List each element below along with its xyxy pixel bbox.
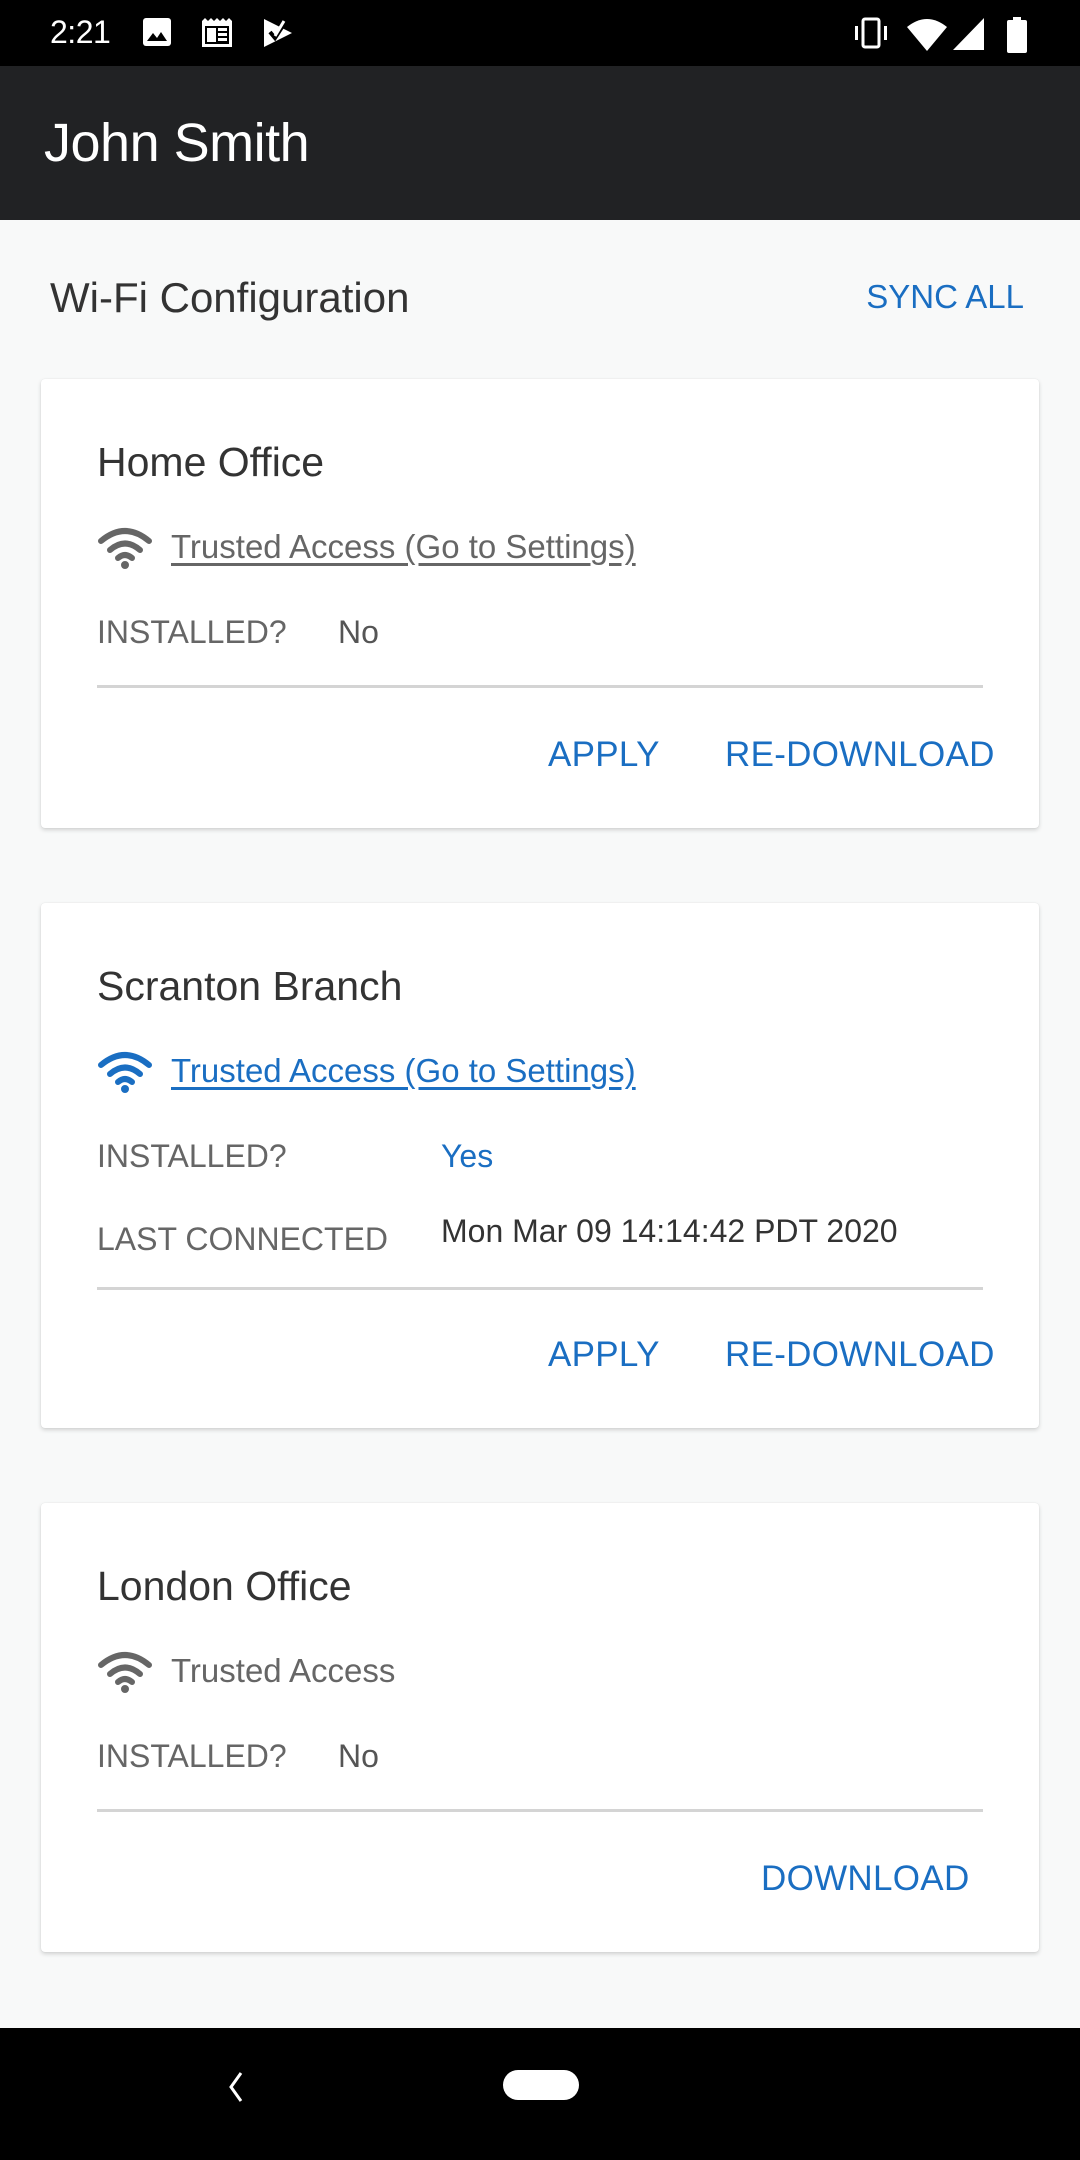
access-row[interactable]: Trusted Access (Go to Settings) bbox=[97, 525, 636, 569]
trusted-access-settings-link[interactable]: Trusted Access (Go to Settings) bbox=[171, 528, 636, 566]
section-header: Wi-Fi Configuration SYNC ALL bbox=[0, 220, 1080, 370]
last-connected-label: LAST CONNECTED bbox=[97, 1221, 389, 1257]
installed-value: Yes bbox=[441, 1138, 494, 1174]
re-download-button[interactable]: RE-DOWNLOAD bbox=[725, 735, 995, 775]
navigation-bar bbox=[0, 2028, 1080, 2160]
back-icon[interactable] bbox=[226, 2070, 246, 2104]
home-pill-icon[interactable] bbox=[503, 2070, 579, 2100]
card-divider bbox=[97, 1809, 983, 1812]
installed-label: INSTALLED? bbox=[97, 1138, 287, 1174]
app-bar: John Smith bbox=[0, 66, 1080, 220]
installed-label: INSTALLED? bbox=[97, 614, 287, 650]
vibrate-icon bbox=[855, 17, 887, 49]
status-time: 2:21 bbox=[50, 14, 111, 50]
signal-icon bbox=[953, 18, 984, 50]
section-title: Wi-Fi Configuration bbox=[50, 274, 410, 321]
wifi-icon bbox=[907, 19, 947, 51]
re-download-button[interactable]: RE-DOWNLOAD bbox=[725, 1335, 995, 1375]
access-row[interactable]: Trusted Access (Go to Settings) bbox=[97, 1049, 636, 1093]
wifi-icon bbox=[98, 1652, 152, 1693]
access-row: Trusted Access bbox=[97, 1649, 395, 1693]
battery-icon bbox=[1007, 17, 1027, 53]
card-divider bbox=[97, 685, 983, 688]
apply-button[interactable]: APPLY bbox=[548, 1335, 660, 1375]
card-title: Home Office bbox=[97, 439, 325, 485]
card-divider bbox=[97, 1287, 983, 1290]
task-check-icon bbox=[264, 19, 292, 47]
installed-value: No bbox=[338, 614, 379, 650]
app-title: John Smith bbox=[44, 113, 310, 173]
download-button[interactable]: DOWNLOAD bbox=[761, 1859, 970, 1899]
card-title: Scranton Branch bbox=[97, 963, 403, 1009]
card-title: London Office bbox=[97, 1563, 352, 1609]
wifi-icon bbox=[98, 1052, 152, 1093]
image-icon bbox=[143, 18, 171, 46]
trusted-access-settings-link[interactable]: Trusted Access (Go to Settings) bbox=[171, 1052, 636, 1090]
wifi-icon bbox=[98, 528, 152, 569]
wifi-card: Scranton Branch Trusted Access (Go to Se… bbox=[41, 903, 1039, 1428]
apply-button[interactable]: APPLY bbox=[548, 735, 660, 775]
calendar-icon bbox=[202, 18, 232, 47]
trusted-access-text: Trusted Access bbox=[171, 1652, 396, 1689]
sync-all-button[interactable]: SYNC ALL bbox=[866, 278, 1024, 316]
wifi-card: Home Office Trusted Access (Go to Settin… bbox=[41, 379, 1039, 828]
installed-value: No bbox=[338, 1738, 379, 1774]
wifi-card: London Office Trusted Access INSTALLED? … bbox=[41, 1503, 1039, 1952]
installed-label: INSTALLED? bbox=[97, 1738, 287, 1774]
status-bar: 2:21 bbox=[0, 0, 1080, 66]
last-connected-value: Mon Mar 09 14:14:42 PDT 2020 bbox=[441, 1213, 898, 1249]
